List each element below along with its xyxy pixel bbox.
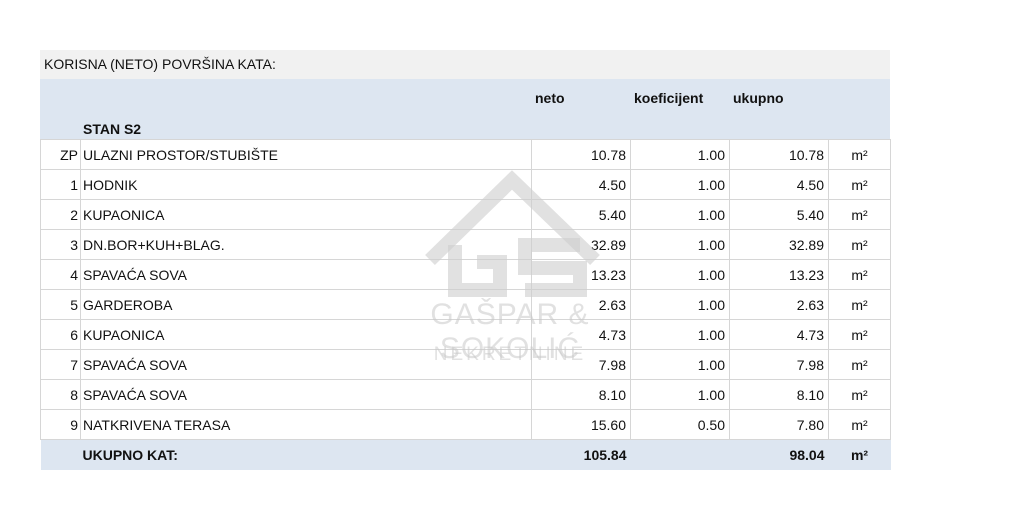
ukupno-value: 4.73 [729,319,829,350]
spacer-cell [373,409,532,440]
koeficijent-value: 1.00 [630,319,730,350]
rooms-table-body: ZP ULAZNI PROSTOR/STUBIŠTE 10.78 1.00 10.78 m… [40,139,891,440]
column-header-row: neto koeficijent ukupno [40,79,890,109]
unit-label: m² [828,409,891,440]
header-koeficijent: koeficijent [634,90,704,106]
unit-label: m² [828,379,891,410]
neto-value: 32.89 [531,229,631,260]
row-number: 9 [40,409,81,440]
room-name: HODNIK [80,169,374,200]
unit-label: m² [828,289,891,320]
ukupno-value: 8.10 [729,379,829,410]
koeficijent-value: 1.00 [630,199,730,230]
unit-label: m² [828,349,891,380]
koeficijent-value: 0.50 [630,409,730,440]
neto-value: 10.78 [531,139,631,170]
koeficijent-value: 1.00 [630,139,730,170]
spacer-cell [373,169,532,200]
row-number: 8 [40,379,81,410]
section-row: STAN S2 [40,109,890,139]
total-ukupno: 98.04 [729,439,829,470]
row-number: 5 [40,289,81,320]
ukupno-value: 7.98 [729,349,829,380]
spacer-cell [373,229,532,260]
koeficijent-value: 1.00 [630,229,730,260]
table-row: 8 SPAVAĆA SOVA 8.10 1.00 8.10 m² [40,379,891,410]
room-name: DN.BOR+KUH+BLAG. [80,229,374,260]
table-row: ZP ULAZNI PROSTOR/STUBIŠTE 10.78 1.00 10.78 m… [40,139,891,170]
unit-label: m² [828,139,891,170]
koeficijent-value: 1.00 [630,379,730,410]
koeficijent-value: 1.00 [630,289,730,320]
room-name: KUPAONICA [80,199,374,230]
row-number: 4 [40,259,81,290]
table-row: 9 NATKRIVENA TERASA 15.60 0.50 7.80 m² [40,409,891,440]
unit-label: m² [828,319,891,350]
row-number: 2 [40,199,81,230]
row-number: ZP [40,139,81,170]
neto-value: 13.23 [531,259,631,290]
section-title: STAN S2 [83,121,142,137]
unit-label: m² [828,259,891,290]
neto-value: 8.10 [531,379,631,410]
room-name: SPAVAĆA SOVA [80,259,374,290]
koeficijent-value: 1.00 [630,349,730,380]
room-name: ULAZNI PROSTOR/STUBIŠTE [80,139,374,170]
row-number: 1 [40,169,81,200]
ukupno-value: 5.40 [729,199,829,230]
room-name: SPAVAĆA SOVA [80,379,374,410]
table-row: 4 SPAVAĆA SOVA 13.23 1.00 13.23 m² [40,259,891,290]
neto-value: 5.40 [531,199,631,230]
total-neto: 105.84 [531,439,631,470]
spacer-cell [373,259,532,290]
room-name: SPAVAĆA SOVA [80,349,374,380]
room-name: NATKRIVENA TERASA [80,409,374,440]
table-row: 1 HODNIK 4.50 1.00 4.50 m² [40,169,891,200]
table-row: 2 KUPAONICA 5.40 1.00 5.40 m² [40,199,891,230]
spacer-cell [373,379,532,410]
ukupno-value: 7.80 [729,409,829,440]
table-title: KORISNA (NETO) POVRŠINA KATA: [40,50,890,79]
header-neto: neto [535,90,565,106]
area-table-sheet: KORISNA (NETO) POVRŠINA KATA: neto koefi… [40,50,891,470]
row-number: 6 [40,319,81,350]
neto-value: 4.50 [531,169,631,200]
ukupno-value: 10.78 [729,139,829,170]
ukupno-value: 13.23 [729,259,829,290]
unit-label: m² [828,169,891,200]
room-name: KUPAONICA [80,319,374,350]
koeficijent-value: 1.00 [630,169,730,200]
ukupno-value: 32.89 [729,229,829,260]
spacer-cell [373,139,532,170]
row-number: 7 [40,349,81,380]
watermark-sub: NEKRETNINE [433,344,587,365]
total-row: UKUPNO KAT: 105.84 98.04 m² [40,439,891,470]
neto-value: 15.60 [531,409,631,440]
total-label: UKUPNO KAT: [80,439,374,470]
total-unit: m² [828,439,891,470]
unit-label: m² [828,199,891,230]
ukupno-value: 4.50 [729,169,829,200]
room-name: GARDEROBA [80,289,374,320]
header-ukupno: ukupno [733,90,784,106]
unit-label: m² [828,229,891,260]
ukupno-value: 2.63 [729,289,829,320]
row-number: 3 [40,229,81,260]
koeficijent-value: 1.00 [630,259,730,290]
table-row: 3 DN.BOR+KUH+BLAG. 32.89 1.00 32.89 m² [40,229,891,260]
spacer-cell [373,199,532,230]
